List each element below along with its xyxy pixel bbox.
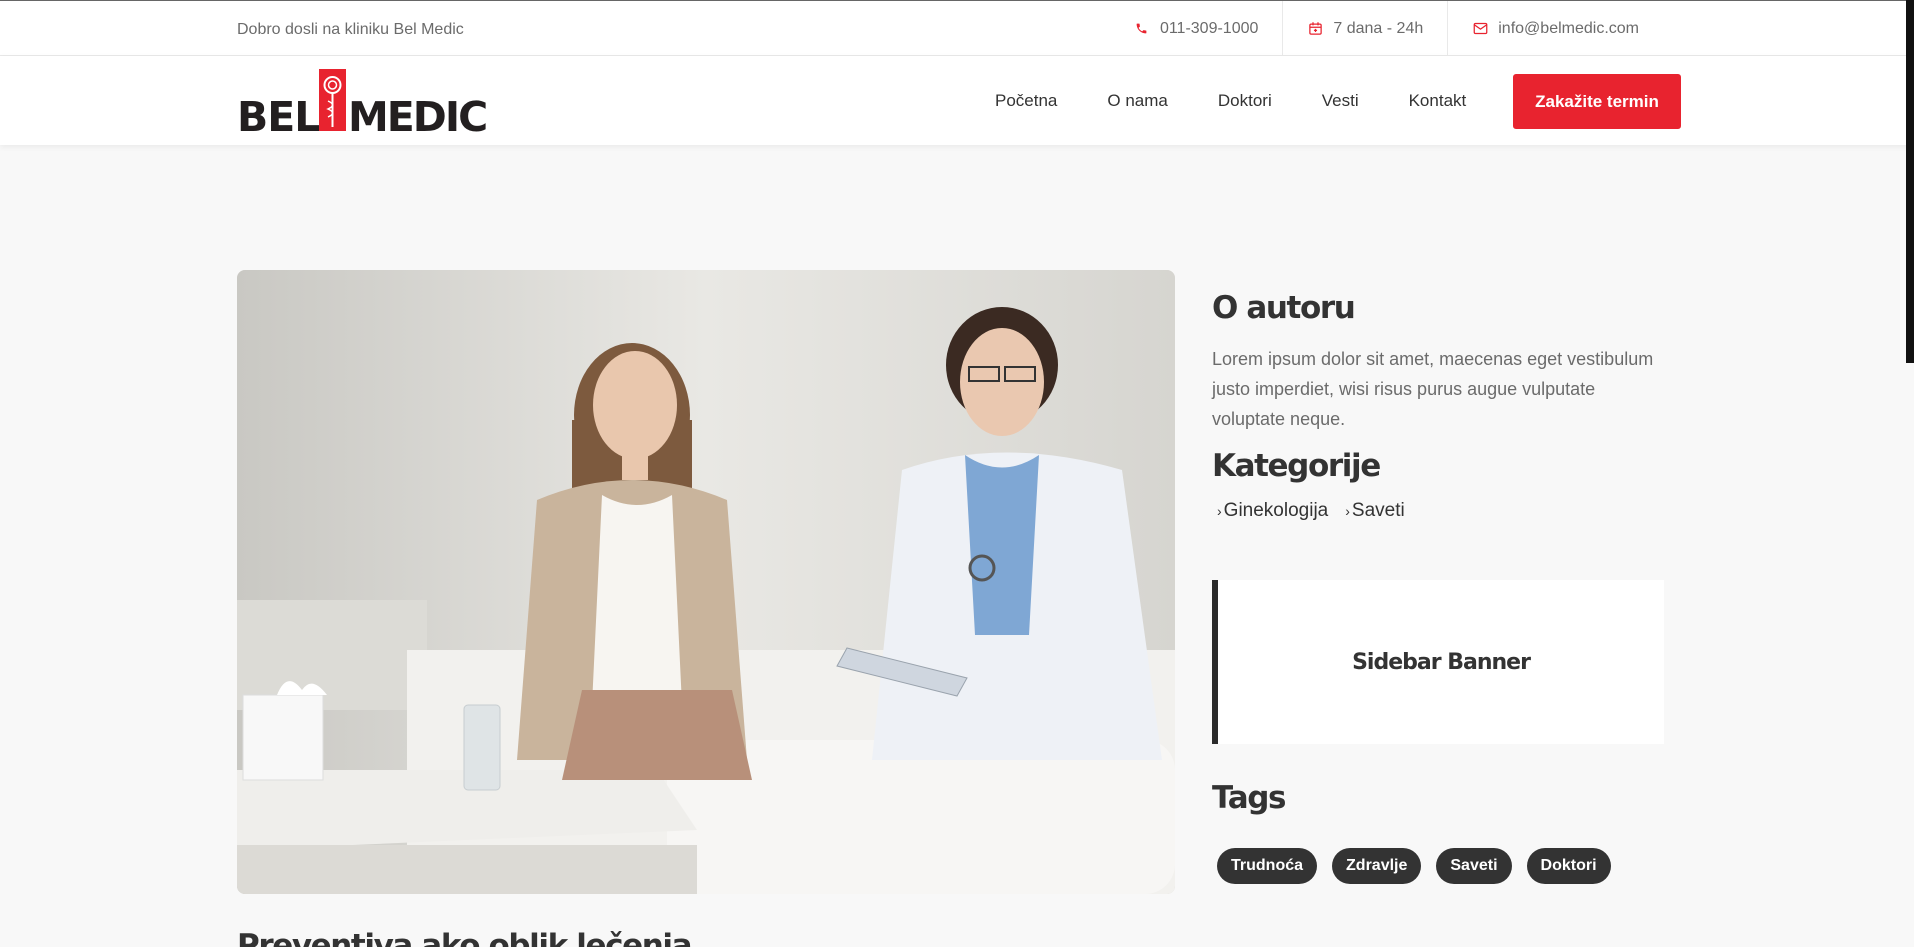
nav-item-kontakt[interactable]: Kontakt [1409,91,1467,111]
post-featured-image [237,270,1175,894]
email-text: info@belmedic.com [1498,19,1639,37]
category-label: Ginekologija [1223,500,1329,521]
contact-email[interactable]: info@belmedic.com [1447,1,1663,56]
tags-title: Tags [1212,780,1287,816]
top-bar: Dobro dosli na kliniku Bel Medic 011-309… [0,0,1914,56]
phone-icon [1134,21,1150,37]
hours-text: 7 dana - 24h [1333,19,1424,37]
scrollbar-thumb[interactable] [1906,0,1914,363]
category-list: › Ginekologija › Saveti [1212,500,1664,522]
welcome-text: Dobro dosli na kliniku Bel Medic [237,21,464,38]
category-link-ginekologija[interactable]: › Ginekologija [1212,500,1328,522]
category-link-saveti[interactable]: › Saveti [1340,500,1404,522]
post-title: Preventiva ako oblik lečenja [237,928,693,947]
tag-doktori[interactable]: Doktori [1526,848,1611,884]
chevron-right-icon: › [1345,503,1350,519]
book-appointment-button[interactable]: Zakažite termin [1513,74,1681,129]
contact-list: 011-309-1000 7 dana - 24h info@belmedic.… [1110,1,1663,56]
contact-hours: 7 dana - 24h [1282,1,1447,56]
nav-item-pocetna[interactable]: Početna [995,91,1057,111]
sidebar-banner[interactable]: Sidebar Banner [1212,580,1664,744]
chevron-right-icon: › [1217,503,1222,519]
nav-item-vesti[interactable]: Vesti [1322,91,1359,111]
logo-text-left: BEL [237,93,319,135]
contact-phone[interactable]: 011-309-1000 [1110,1,1282,56]
tag-trudnoca[interactable]: Trudnoća [1217,848,1318,884]
nav-item-o-nama[interactable]: O nama [1107,91,1167,111]
category-label: Saveti [1351,500,1405,521]
about-author-text: Lorem ipsum dolor sit amet, maecenas ege… [1212,349,1654,429]
main-nav: Početna O nama Doktori Vesti Kontakt [970,56,1491,145]
main-header: BEL MEDIC Početna O nama Doktori Vesti K… [0,56,1914,145]
phone-text: 011-309-1000 [1159,19,1259,37]
nav-item-doktori[interactable]: Doktori [1218,91,1272,111]
tag-list: Trudnoća Zdravlje Saveti Doktori [1217,848,1626,884]
tag-saveti[interactable]: Saveti [1436,848,1512,884]
categories-title: Kategorije [1212,448,1381,484]
calendar-icon [1307,21,1323,37]
about-author-title: O autoru [1212,290,1356,326]
envelope-icon [1472,21,1488,37]
logo-text-right: MEDIC [348,93,486,135]
belmedic-logo[interactable]: BEL MEDIC [237,69,492,141]
tag-zdravlje[interactable]: Zdravlje [1332,848,1422,884]
sidebar: O autoru Lorem ipsum dolor sit amet, mae… [1212,290,1664,522]
